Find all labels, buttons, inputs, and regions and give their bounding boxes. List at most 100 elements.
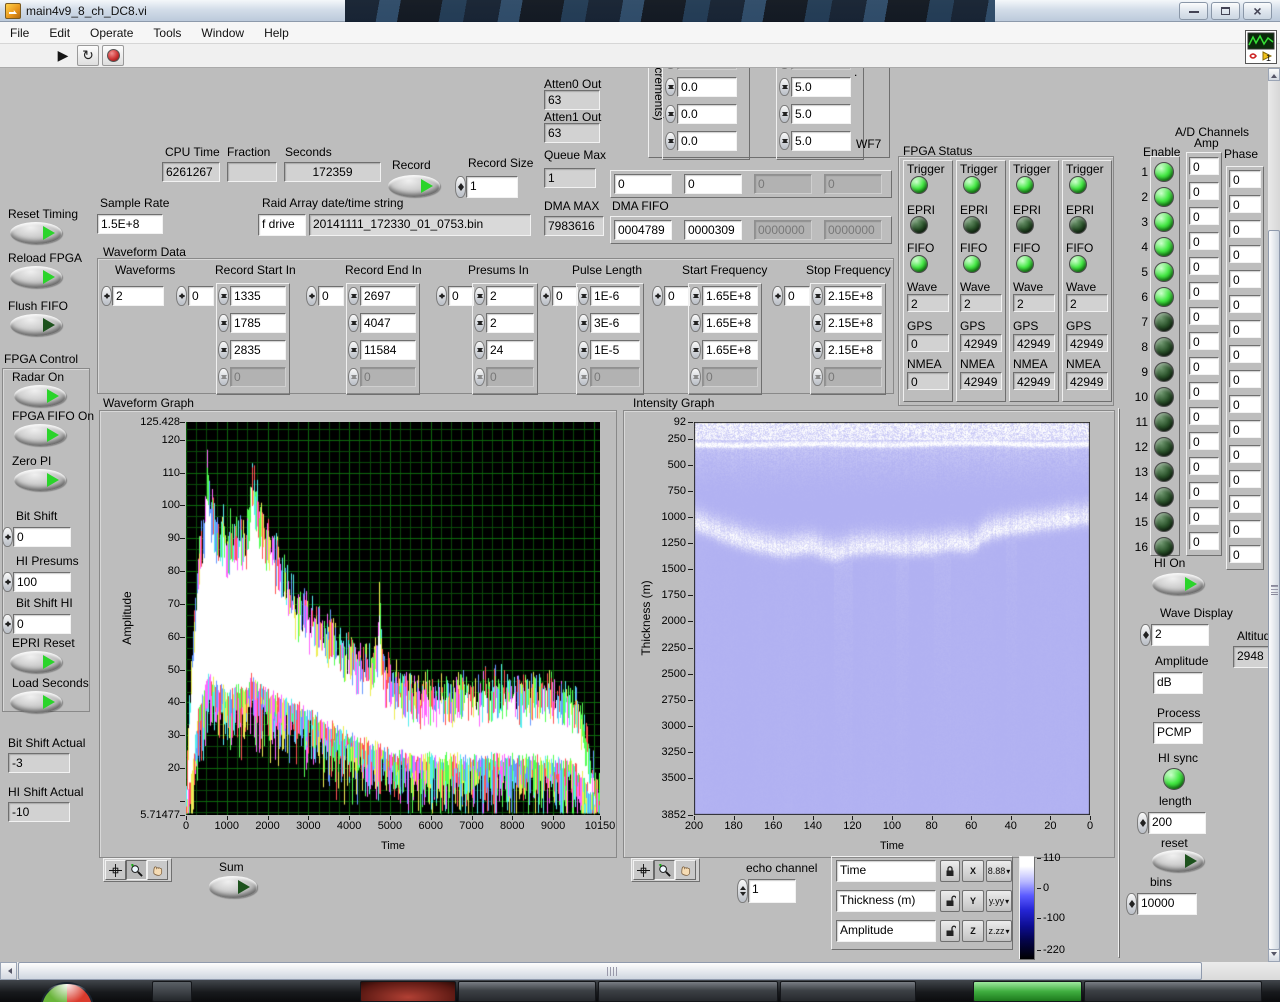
spinner[interactable]: [348, 287, 359, 305]
waveform-graph-palette[interactable]: [103, 858, 172, 882]
toggle-reset-timing[interactable]: [10, 222, 62, 244]
windows-taskbar[interactable]: [0, 980, 1280, 1002]
run-button[interactable]: ▶: [52, 45, 74, 66]
bins-input[interactable]: 10000: [1137, 893, 1197, 915]
phase-input-11[interactable]: 0: [1229, 445, 1261, 463]
column-index-5[interactable]: 0: [784, 286, 810, 306]
menu-item-window[interactable]: Window: [191, 22, 254, 44]
spinner[interactable]: [690, 341, 701, 359]
epri-led-0[interactable]: [910, 216, 928, 234]
spinner[interactable]: [218, 341, 229, 359]
echo-channel-input[interactable]: 1: [748, 879, 796, 903]
axis-scale-button-z[interactable]: Z: [962, 920, 984, 942]
spinner[interactable]: [812, 368, 823, 386]
phase-input-13[interactable]: 0: [1229, 495, 1261, 513]
hi-sync-led[interactable]: [1163, 768, 1185, 790]
cell-start-frequency-2[interactable]: 1.65E+8: [702, 340, 758, 360]
channel-enable-led-2[interactable]: [1154, 212, 1174, 232]
maximize-button[interactable]: [1211, 2, 1240, 20]
channel-enable-led-1[interactable]: [1154, 187, 1174, 207]
spinner[interactable]: [665, 105, 676, 123]
column-index-4[interactable]: 0: [664, 286, 690, 306]
raid-drive-input[interactable]: f drive: [258, 214, 306, 236]
scroll-left-arrow[interactable]: [0, 962, 17, 980]
taskbar-button-1[interactable]: [360, 981, 456, 1002]
phase-input-3[interactable]: 0: [1229, 245, 1261, 263]
channel-enable-led-3[interactable]: [1154, 237, 1174, 257]
spinner[interactable]: [348, 368, 359, 386]
input-hi-presums[interactable]: 100: [13, 572, 71, 592]
waveforms-input[interactable]: 2: [112, 286, 164, 306]
fifo-led-3[interactable]: [1069, 255, 1087, 273]
phase-input-7[interactable]: 0: [1229, 345, 1261, 363]
spinner[interactable]: [690, 314, 701, 332]
record-size-spinner[interactable]: [455, 176, 466, 198]
fifo-led-1[interactable]: [963, 255, 981, 273]
channel-enable-led-15[interactable]: [1154, 537, 1174, 557]
phase-input-6[interactable]: 0: [1229, 320, 1261, 338]
vertical-scrollbar[interactable]: [1268, 68, 1280, 962]
amp-input-6[interactable]: 0: [1189, 307, 1219, 325]
channel-enable-led-9[interactable]: [1154, 387, 1174, 407]
amp-input-9[interactable]: 0: [1189, 382, 1219, 400]
spinner[interactable]: [772, 286, 783, 306]
channel-enable-led-13[interactable]: [1154, 487, 1174, 507]
menu-item-edit[interactable]: Edit: [39, 22, 80, 44]
epri-led-2[interactable]: [1016, 216, 1034, 234]
increment-b-3[interactable]: 5.0: [791, 131, 851, 151]
continuous-run-button[interactable]: ↻: [77, 45, 99, 66]
phase-input-4[interactable]: 0: [1229, 270, 1261, 288]
spinner[interactable]: [779, 105, 790, 123]
spinner[interactable]: [737, 879, 748, 903]
amp-input-12[interactable]: 0: [1189, 457, 1219, 475]
axis-name-1[interactable]: Thickness (m): [836, 890, 936, 912]
spinner[interactable]: [652, 286, 663, 306]
menu-item-file[interactable]: File: [0, 22, 39, 44]
toggle-load-seconds[interactable]: [10, 691, 62, 713]
queue-cell-1[interactable]: 0: [684, 174, 742, 194]
channel-enable-led-14[interactable]: [1154, 512, 1174, 532]
cell-stop-frequency-2[interactable]: 2.15E+8: [824, 340, 882, 360]
trigger-led-3[interactable]: [1069, 176, 1087, 194]
spinner[interactable]: [578, 368, 589, 386]
hi-on-toggle[interactable]: [1152, 573, 1204, 595]
waveform-plot-canvas[interactable]: [186, 422, 600, 815]
increment-a-2[interactable]: 0.0: [677, 104, 737, 124]
intensity-graph-palette[interactable]: [631, 858, 700, 882]
minimize-button[interactable]: [1179, 2, 1208, 20]
toggle-reload-fpga[interactable]: [10, 266, 62, 288]
taskbar-button-4[interactable]: [780, 981, 916, 1002]
process-input[interactable]: PCMP: [1153, 722, 1203, 744]
column-index-1[interactable]: 0: [318, 286, 344, 306]
taskbar-button-3[interactable]: [598, 981, 778, 1002]
wave-display-input[interactable]: 2: [1151, 624, 1209, 646]
toggle-zero-pi[interactable]: [14, 469, 66, 491]
cell-presums-in-1[interactable]: 2: [486, 313, 534, 333]
spinner[interactable]: [665, 78, 676, 96]
fifo-led-2[interactable]: [1016, 255, 1034, 273]
sum-toggle[interactable]: [209, 876, 257, 898]
channel-enable-led-0[interactable]: [1154, 162, 1174, 182]
crosshair-tool-icon[interactable]: [633, 860, 654, 880]
abort-button[interactable]: [102, 45, 124, 66]
reset-toggle[interactable]: [1152, 850, 1204, 872]
pan-tool-icon[interactable]: [147, 860, 168, 880]
channel-enable-led-7[interactable]: [1154, 337, 1174, 357]
pan-tool-icon[interactable]: [675, 860, 696, 880]
cell-record-end-in-0[interactable]: 2697: [360, 286, 416, 306]
trigger-led-1[interactable]: [963, 176, 981, 194]
amp-input-7[interactable]: 0: [1189, 332, 1219, 350]
column-index-2[interactable]: 0: [448, 286, 474, 306]
cell-record-start-in-1[interactable]: 1785: [230, 313, 286, 333]
spinner[interactable]: [218, 368, 229, 386]
amp-input-2[interactable]: 0: [1189, 207, 1219, 225]
input-bit-shift[interactable]: 0: [13, 527, 71, 547]
phase-input-2[interactable]: 0: [1229, 220, 1261, 238]
cell-stop-frequency-1[interactable]: 2.15E+8: [824, 313, 882, 333]
phase-input-8[interactable]: 0: [1229, 370, 1261, 388]
menu-item-operate[interactable]: Operate: [80, 22, 143, 44]
spinner[interactable]: [1137, 812, 1148, 834]
spinner[interactable]: [1140, 624, 1151, 646]
amp-input-11[interactable]: 0: [1189, 432, 1219, 450]
spinner[interactable]: [474, 287, 485, 305]
